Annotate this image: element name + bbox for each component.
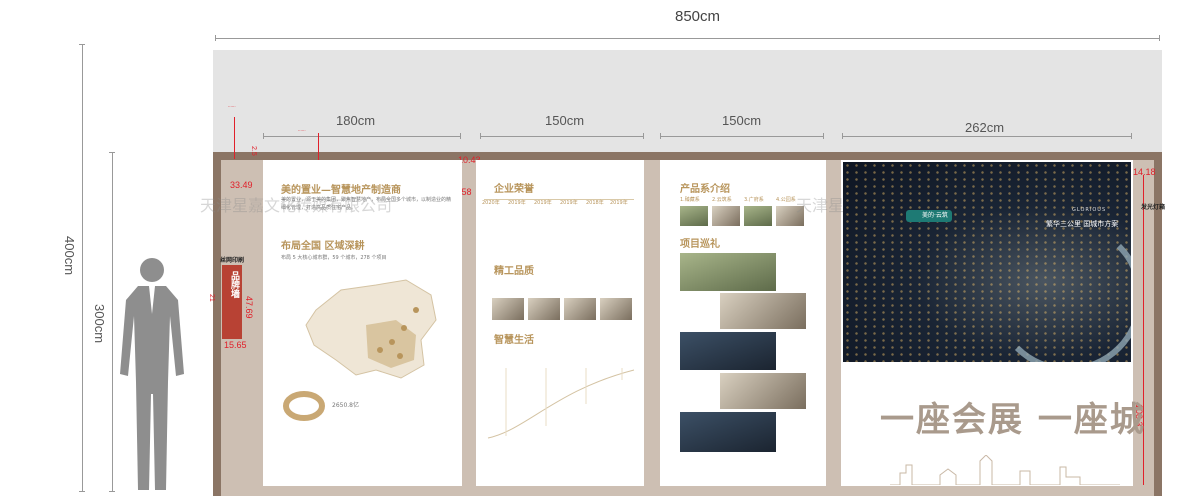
panel3-section2-title: 项目巡礼 [680,239,720,250]
series-label-1: 1.臻藏系 [680,197,700,203]
honor-year-4: 2019年 [560,200,578,206]
measure-brand-side: 21 [208,294,215,302]
panel1-section2-title: 布局全国 区域深耕 [281,241,365,252]
panel2-section3-title: 智慧生活 [494,335,534,346]
certificate-image-3 [564,298,596,320]
measure-small-top: 2.5 [250,146,257,156]
china-map-graphic [305,279,437,379]
project-photo-1 [680,253,776,291]
wall-height-line [109,152,115,492]
project-photo-5 [680,412,776,452]
series-photo-3 [744,206,772,226]
brand-wall-print-label: 丝网印刷 [220,258,245,264]
section-1-width: 180cm [336,113,376,128]
series-label-4: 4.公园系 [776,197,796,203]
certificate-image-2 [528,298,560,320]
honor-year-3: 2019年 [534,200,552,206]
measure-brand-bottom: 15.65 [224,340,247,350]
panel2-title: 企业荣誉 [494,184,534,195]
brand-wall-text: 品牌墙 [229,271,239,298]
light-box-label: 发光灯箱 [1141,205,1166,211]
section-3-width: 150cm [722,113,762,128]
annotation-line-1 [234,117,235,159]
panel3-title: 产品系介绍 [680,184,730,195]
panel2-section2-title: 精工品质 [494,266,534,277]
honor-year-2: 2019年 [508,200,526,206]
project-photo-3 [680,332,776,370]
measure-brand-height: 47.69 [244,296,254,319]
project-photo-4 [720,373,806,409]
brand-wall-sign: 品牌墙 [222,265,242,339]
gold-ring-graphic [283,391,325,421]
watermark-2: 天津星 [796,196,845,215]
panel4-brand: GLORIOUS [1072,207,1107,213]
project-logo-text: 美的·云筑 [922,212,948,219]
person-silhouette-icon [120,258,184,490]
aerial-night-photo [843,162,1131,362]
wall-height-label: 300cm [92,304,107,344]
panel1-stat: 2650.8亿 [332,402,359,409]
section-2-line [480,133,644,139]
total-height-line [79,44,85,492]
annotation-note-2: ······ [298,128,306,133]
smart-life-curve [487,368,635,439]
series-photo-1 [680,206,708,226]
section-4-line [842,133,1132,139]
total-height-label: 400cm [62,236,77,276]
watermark-1: 天津星嘉文化传媒有限公司 [200,196,393,215]
section-3-line [660,133,824,139]
honor-year-6: 2019年 [610,200,628,206]
section-2-width: 150cm [545,113,585,128]
section-4-width: 262cm [965,120,1005,135]
section-1-line [263,133,461,139]
total-width-label: 850cm [675,8,721,25]
honor-year-1: 2020年 [482,200,500,206]
measure-right-top: 14.18 [1133,167,1156,177]
measure-left-top: 33.49 [230,180,253,190]
panel4-slogan: 一座会展 一座城 [880,400,1146,440]
panel4-tagline: 繁华三公里 国城市方案 [1046,220,1119,228]
certificate-image-4 [600,298,632,320]
annotation-note-1: ······ [228,104,236,109]
panel1-section2-body: 布局 5 大核心城市群，59 个城市，278 个项目 [281,255,387,261]
series-label-3: 3.广府系 [744,197,764,203]
project-photo-2 [720,293,806,329]
series-label-2: 2.云筑系 [712,197,732,203]
certificate-image-1 [492,298,524,320]
upper-gray-band [213,50,1162,154]
honor-year-5: 2018年 [586,200,604,206]
city-skyline-graphic [890,455,1120,485]
series-photo-2 [712,206,740,226]
total-width-line [215,35,1160,41]
